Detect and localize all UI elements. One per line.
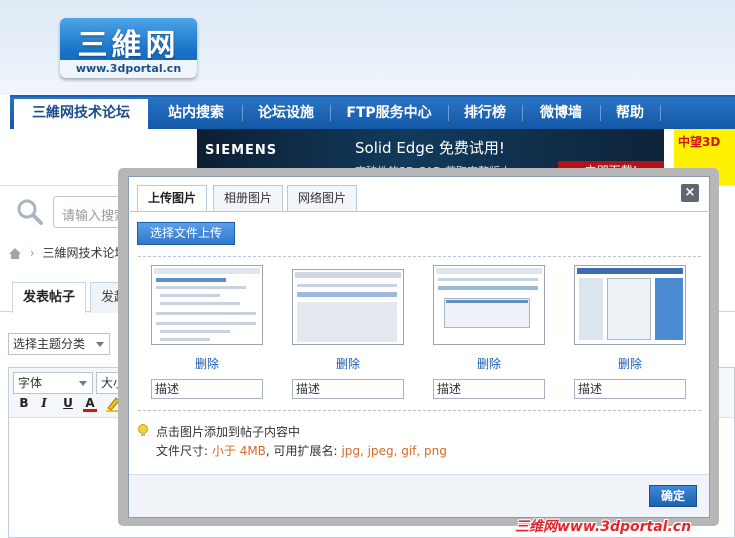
select-file-upload-button[interactable]: 选择文件上传 <box>137 222 235 245</box>
chevron-down-icon <box>79 381 87 386</box>
image-thumbnail[interactable] <box>433 265 545 345</box>
nav-divider <box>660 105 661 121</box>
file-requirements: 文件尺寸: 小于 4MB, 可用扩展名: jpg, jpeg, gif, png <box>156 442 447 459</box>
site-header: 三維网 www.3dportal.cn <box>0 0 735 95</box>
confirm-button[interactable]: 确定 <box>649 485 697 507</box>
delete-image-link[interactable]: 删除 <box>151 355 263 372</box>
font-color-button[interactable]: A <box>83 396 97 412</box>
nav-divider <box>600 105 601 121</box>
delete-image-link[interactable]: 删除 <box>433 355 545 372</box>
dialog-tab-divider <box>128 211 710 212</box>
italic-button[interactable]: I <box>37 396 51 412</box>
tab-web-image[interactable]: 网络图片 <box>287 185 358 212</box>
delete-image-link[interactable]: 删除 <box>574 355 686 372</box>
breadcrumb-forum-link[interactable]: 三維网技术论坛 <box>42 246 126 260</box>
tip-text: 点击图片添加到帖子内容中 <box>156 425 301 439</box>
image-description-input[interactable]: 描述 <box>433 379 545 399</box>
delete-image-link[interactable]: 删除 <box>292 355 404 372</box>
topic-category-select[interactable]: 选择主题分类 <box>8 333 110 355</box>
nav-item-weibo[interactable]: 微博墙 <box>526 97 596 129</box>
tab-album-image[interactable]: 相册图片 <box>213 185 284 212</box>
site-logo[interactable]: 三維网 www.3dportal.cn <box>60 18 197 78</box>
image-thumbnail[interactable] <box>151 265 263 345</box>
nav-item-help[interactable]: 帮助 <box>604 97 656 129</box>
dashed-divider <box>138 410 701 411</box>
chevron-down-icon <box>96 342 104 347</box>
nav-item-forum[interactable]: 三維网技术论坛 <box>14 99 148 129</box>
nav-item-facilities[interactable]: 论坛设施 <box>246 97 326 129</box>
banner-brand: SIEMENS <box>205 143 278 158</box>
nav-item-search[interactable]: 站内搜索 <box>154 97 238 129</box>
file-ext-value: jpg, jpeg, gif, png <box>341 444 447 458</box>
image-description-input[interactable]: 描述 <box>574 379 686 399</box>
bold-button[interactable]: B <box>17 396 31 412</box>
image-thumbnail[interactable] <box>574 265 686 345</box>
breadcrumb-separator-icon: › <box>29 246 35 260</box>
image-description-input[interactable]: 描述 <box>292 379 404 399</box>
side-banner-brand: 中望3D <box>678 135 721 149</box>
file-ext-label: , 可用扩展名: <box>265 444 338 458</box>
tab-new-post[interactable]: 发表帖子 <box>12 282 87 313</box>
breadcrumb: › 三維网技术论坛 <box>8 244 126 260</box>
underline-button[interactable]: U <box>61 396 75 412</box>
topic-category-value: 选择主题分类 <box>13 337 86 351</box>
nav-divider <box>448 105 449 121</box>
nav-divider <box>330 105 331 121</box>
font-family-select[interactable]: 字体 <box>13 372 93 394</box>
nav-item-ftp[interactable]: FTP服务中心 <box>334 97 444 129</box>
tab-upload-image[interactable]: 上传图片 <box>137 185 208 212</box>
main-nav: 三維网技术论坛 站内搜索 论坛设施 FTP服务中心 排行榜 微博墙 帮助 <box>10 95 735 129</box>
dialog-footer <box>129 474 709 517</box>
file-size-label: 文件尺寸: <box>156 444 209 458</box>
nav-divider <box>242 105 243 121</box>
image-thumbnail[interactable] <box>292 269 404 345</box>
watermark-text: 三维网www.3dportal.cn <box>515 519 692 535</box>
close-icon[interactable]: × <box>681 184 699 202</box>
logo-url: www.3dportal.cn <box>60 60 197 78</box>
banner-promo: Solid Edge 免费试用! <box>355 139 505 157</box>
nav-divider <box>522 105 523 121</box>
font-family-value: 字体 <box>18 376 43 390</box>
file-size-value: 小于 4MB <box>211 444 266 458</box>
nav-item-ranking[interactable]: 排行榜 <box>452 97 518 129</box>
home-icon[interactable] <box>8 247 22 260</box>
dashed-divider <box>138 256 701 257</box>
lightbulb-icon <box>138 424 148 436</box>
search-icon[interactable] <box>16 198 44 226</box>
logo-text: 三維网 <box>77 28 180 63</box>
image-description-input[interactable]: 描述 <box>151 379 263 399</box>
